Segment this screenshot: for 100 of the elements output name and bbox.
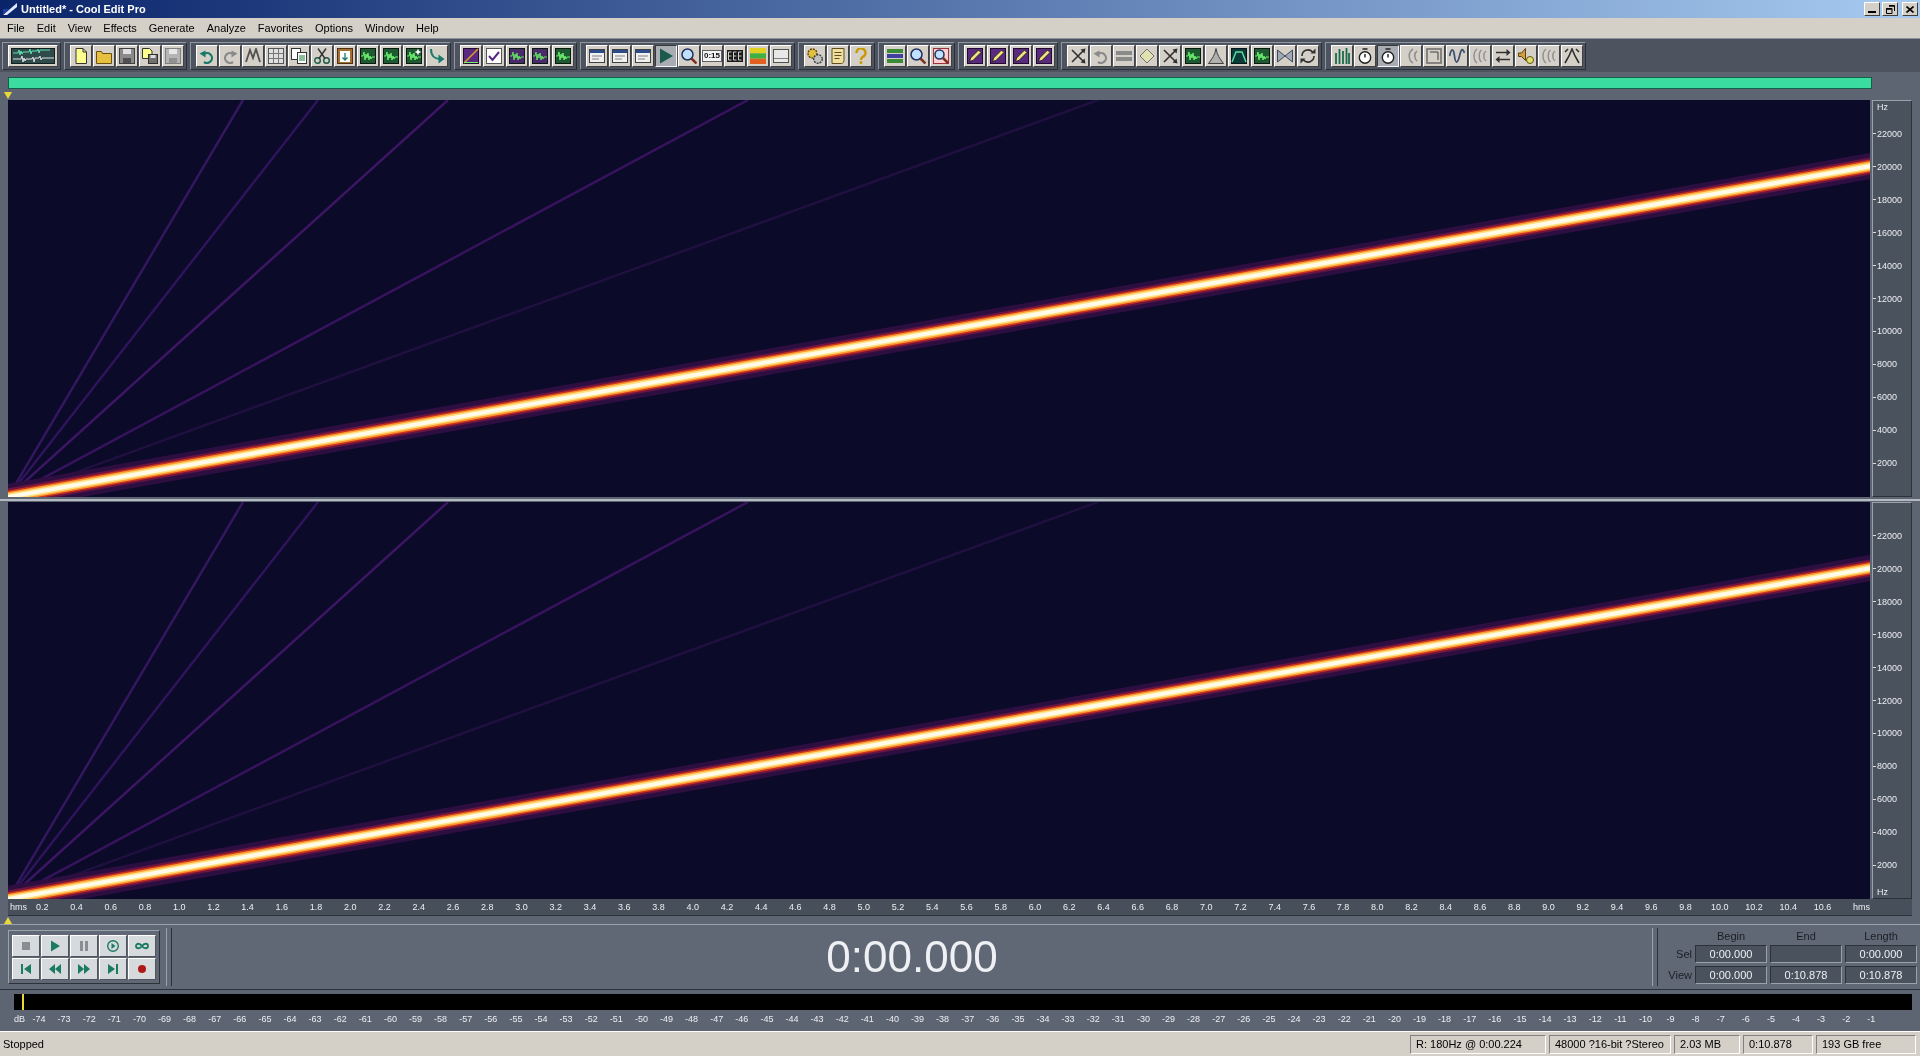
crossed-arrows-icon bbox=[1070, 47, 1086, 64]
meter-label: -48 bbox=[685, 1014, 699, 1024]
meter-label: -18 bbox=[1438, 1014, 1452, 1024]
time-field[interactable] bbox=[1770, 945, 1842, 963]
rewind-button[interactable] bbox=[41, 957, 69, 980]
meter-label: -69 bbox=[158, 1014, 171, 1024]
rewind-icon bbox=[48, 962, 62, 975]
toolbar-button[interactable] bbox=[1377, 44, 1399, 67]
frequency-label: 20000 bbox=[1877, 563, 1903, 574]
meter-label: -2 bbox=[1842, 1014, 1851, 1024]
close-button[interactable] bbox=[1902, 2, 1918, 16]
meter-label: -11 bbox=[1614, 1014, 1627, 1024]
circular-arrows-icon bbox=[1300, 47, 1316, 64]
meter-label: -31 bbox=[1111, 1014, 1125, 1024]
frequency-label: 2000 bbox=[1877, 860, 1898, 871]
circled-play-icon bbox=[106, 939, 120, 952]
menu-item[interactable]: Help bbox=[410, 20, 445, 36]
pencil-icon bbox=[1036, 47, 1052, 64]
meter-label: -36 bbox=[986, 1014, 1000, 1024]
time-label: 5.4 bbox=[926, 902, 939, 912]
bell-icon bbox=[1208, 47, 1224, 64]
frequency-label: 16000 bbox=[1877, 629, 1903, 640]
frequency-label: 14000 bbox=[1877, 662, 1903, 673]
menu-item[interactable]: File bbox=[1, 20, 31, 36]
meter-label: -4 bbox=[1792, 1014, 1800, 1024]
time-label: 4.8 bbox=[823, 902, 836, 912]
record-button[interactable] bbox=[128, 957, 156, 980]
scissors-icon bbox=[314, 47, 330, 64]
toolbar-button[interactable]: 0:15 bbox=[701, 44, 723, 67]
meter-label: -65 bbox=[258, 1014, 272, 1024]
frequency-label: 4000 bbox=[1877, 425, 1898, 436]
waveform-tile-icon bbox=[555, 47, 571, 64]
meter-label: -70 bbox=[132, 1014, 146, 1024]
overview-bar[interactable] bbox=[8, 77, 1872, 89]
meter-label: -17 bbox=[1463, 1014, 1477, 1024]
menu-item[interactable]: View bbox=[61, 20, 98, 36]
pause-button[interactable] bbox=[70, 934, 98, 957]
meter-label: -23 bbox=[1312, 1014, 1326, 1024]
status-field: 2.03 MB bbox=[1674, 1034, 1740, 1054]
time-label: 0.4 bbox=[70, 902, 83, 912]
time-field[interactable]: 0:00.000 bbox=[1695, 966, 1767, 984]
time-label: 10.2 bbox=[1745, 902, 1763, 912]
meter-label: -74 bbox=[32, 1014, 46, 1024]
time-label: 7.8 bbox=[1336, 902, 1350, 912]
play-button[interactable] bbox=[41, 934, 69, 957]
meter-label: -42 bbox=[835, 1014, 849, 1024]
frequency-label: 8000 bbox=[1877, 359, 1898, 370]
minimize-button[interactable] bbox=[1864, 2, 1880, 16]
time-label: 9.6 bbox=[1645, 902, 1658, 912]
menu-item[interactable]: Effects bbox=[97, 20, 143, 36]
toolbar-button[interactable] bbox=[655, 44, 677, 67]
time-label: 9.0 bbox=[1542, 902, 1555, 912]
meter-label: -19 bbox=[1413, 1014, 1426, 1024]
record-icon bbox=[135, 962, 149, 975]
time-label: 6.0 bbox=[1028, 902, 1042, 912]
menu-item[interactable]: Window bbox=[359, 20, 411, 36]
time-field[interactable]: 0:00.000 bbox=[1695, 945, 1767, 963]
meter-label: -39 bbox=[911, 1014, 924, 1024]
meter-label: -14 bbox=[1538, 1014, 1552, 1024]
stopwatch-icon bbox=[1380, 47, 1396, 64]
go-to-start-button[interactable] bbox=[12, 957, 40, 980]
time-field[interactable]: 0:00.000 bbox=[1845, 945, 1917, 963]
time-label: 1.8 bbox=[309, 902, 323, 912]
time-field[interactable]: 0:10.878 bbox=[1770, 966, 1842, 984]
waveform-tile-icon bbox=[1185, 47, 1201, 64]
meter-label: -43 bbox=[810, 1014, 824, 1024]
frequency-label: 10000 bbox=[1877, 728, 1903, 739]
restore-button[interactable] bbox=[1882, 2, 1898, 16]
window-icon bbox=[612, 47, 628, 64]
time-label: 2.8 bbox=[481, 902, 494, 912]
vertical-bars-icon bbox=[1334, 47, 1350, 64]
meter-label: -57 bbox=[459, 1014, 473, 1024]
time-label: 4.6 bbox=[789, 902, 802, 912]
meter-label: -47 bbox=[710, 1014, 724, 1024]
menu-item[interactable]: Favorites bbox=[251, 20, 310, 36]
arrows-icon bbox=[1495, 47, 1511, 64]
time-label: 9.8 bbox=[1679, 902, 1692, 912]
play-to-end-button[interactable] bbox=[99, 934, 127, 957]
loop-button[interactable] bbox=[128, 934, 156, 957]
meter-label: -16 bbox=[1488, 1014, 1502, 1024]
menu-item[interactable]: Generate bbox=[142, 20, 201, 36]
meter-label: -7 bbox=[1716, 1014, 1725, 1024]
menu-item[interactable]: Analyze bbox=[200, 20, 252, 36]
meter-label: -49 bbox=[660, 1014, 673, 1024]
time-label: 8.0 bbox=[1371, 902, 1384, 912]
window-icon bbox=[635, 47, 651, 64]
meter-label: -15 bbox=[1513, 1014, 1527, 1024]
menu-item[interactable]: Options bbox=[309, 20, 359, 36]
meter-label: -28 bbox=[1187, 1014, 1201, 1024]
time-label: 3.8 bbox=[652, 902, 665, 912]
time-field[interactable]: 0:10.878 bbox=[1845, 966, 1917, 984]
go-to-end-button[interactable] bbox=[99, 957, 127, 980]
time-label: 10.6 bbox=[1813, 902, 1832, 912]
stop-button[interactable] bbox=[12, 934, 40, 957]
curved-arrow-icon bbox=[429, 47, 445, 64]
play-icon bbox=[48, 939, 62, 952]
fast-forward-button[interactable] bbox=[70, 957, 98, 980]
frequency-label: 22000 bbox=[1877, 530, 1903, 541]
copy-icon bbox=[291, 47, 307, 64]
menu-item[interactable]: Edit bbox=[30, 20, 62, 36]
